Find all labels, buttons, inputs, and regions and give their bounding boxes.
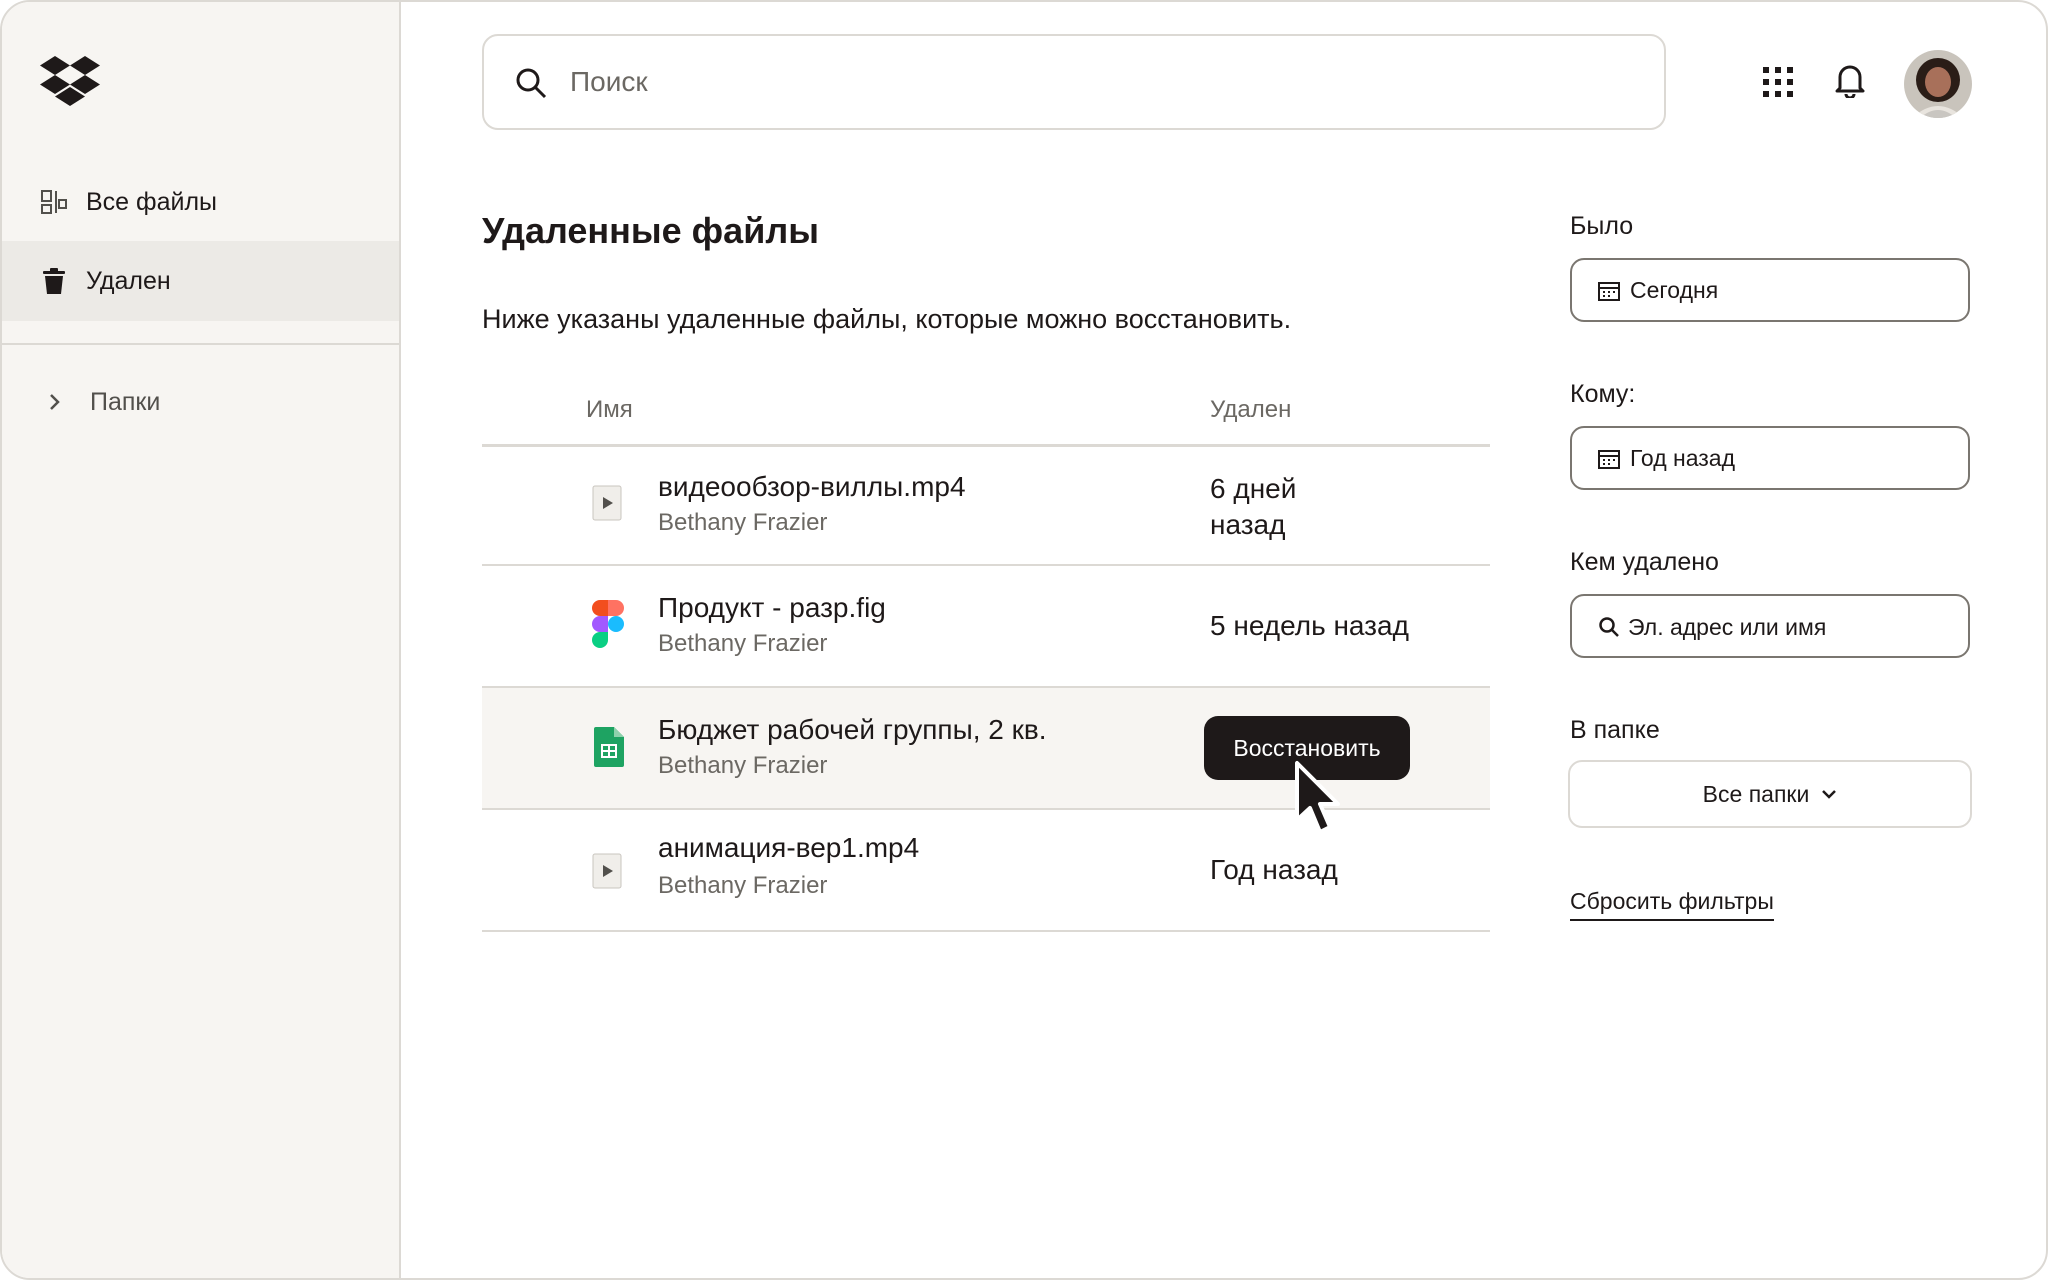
all-files-icon xyxy=(40,188,68,216)
column-header-name[interactable]: Имя xyxy=(586,396,633,424)
video-file-icon xyxy=(592,853,622,889)
file-owner: Bethany Frazier xyxy=(658,752,828,779)
apps-grid-icon[interactable] xyxy=(1758,62,1798,102)
spreadsheet-file-icon xyxy=(594,727,624,767)
column-header-deleted[interactable]: Удален xyxy=(1210,396,1291,424)
search-input[interactable] xyxy=(570,56,1630,108)
file-owner: Bethany Frazier xyxy=(658,509,828,536)
file-name[interactable]: анимация-вер1.mp4 xyxy=(658,832,919,864)
sidebar: Все файлы Удален Папки xyxy=(2,2,401,1278)
file-name[interactable]: Бюджет рабочей группы, 2 кв. xyxy=(658,714,1047,746)
deleted-by-field[interactable] xyxy=(1570,594,1970,658)
search-icon xyxy=(1599,617,1619,637)
filter-deleted-by-label: Кем удалено xyxy=(1570,548,1719,576)
table-row[interactable]: анимация-вер1.mp4 Bethany Frazier Год на… xyxy=(482,810,1490,932)
chevron-right-icon[interactable] xyxy=(40,388,68,416)
date-from-value: Сегодня xyxy=(1630,276,1719,303)
deleted-time-line1: 6 дней xyxy=(1210,473,1297,504)
date-from-field[interactable]: Сегодня xyxy=(1570,258,1970,322)
figma-file-icon xyxy=(592,600,624,648)
folder-select[interactable]: Все папки xyxy=(1568,760,1972,828)
file-name[interactable]: видеообзор-виллы.mp4 xyxy=(658,471,966,503)
calendar-icon xyxy=(1598,450,1620,469)
page-title: Удаленные файлы xyxy=(482,210,819,251)
date-to-value: Год назад xyxy=(1630,444,1736,471)
table-row[interactable]: Бюджет рабочей группы, 2 кв. Bethany Fra… xyxy=(482,688,1490,810)
table-row[interactable]: видеообзор-виллы.mp4 Bethany Frazier 6 д… xyxy=(482,447,1490,566)
sidebar-item-all-files[interactable]: Все файлы xyxy=(2,162,399,242)
video-file-icon xyxy=(592,485,622,521)
deleted-by-input[interactable] xyxy=(1628,608,1948,646)
file-name[interactable]: Продукт - разр.fig xyxy=(658,592,886,624)
folder-select-value: Все папки xyxy=(1702,780,1810,807)
sidebar-item-label: Удален xyxy=(86,266,171,295)
bell-icon[interactable] xyxy=(1830,60,1870,100)
date-to-field[interactable]: Год назад xyxy=(1570,426,1970,490)
filter-from-label: Было xyxy=(1570,212,1634,240)
dropbox-logo[interactable] xyxy=(40,56,100,106)
calendar-icon xyxy=(1598,282,1620,301)
table-row[interactable]: Продукт - разр.fig Bethany Frazier 5 нед… xyxy=(482,566,1490,688)
sidebar-item-label: Все файлы xyxy=(86,187,218,216)
search-bar[interactable] xyxy=(482,34,1666,130)
sidebar-item-deleted[interactable]: Удален xyxy=(2,241,399,321)
file-owner: Bethany Frazier xyxy=(658,872,828,899)
file-owner: Bethany Frazier xyxy=(658,630,828,657)
chevron-down-icon xyxy=(1822,790,1837,799)
reset-filters-link[interactable]: Сбросить фильтры xyxy=(1570,888,1774,921)
sidebar-item-folders[interactable]: Папки xyxy=(2,362,399,442)
avatar[interactable] xyxy=(1904,50,1972,118)
sidebar-item-label: Папки xyxy=(90,387,161,416)
page-description: Ниже указаны удаленные файлы, которые мо… xyxy=(482,304,1292,334)
filter-folder-label: В папке xyxy=(1570,716,1660,744)
app-window: Все файлы Удален Папки Поиск Удаленные ф… xyxy=(0,0,2048,1280)
deleted-time: 6 дней назад xyxy=(1210,471,1296,543)
sidebar-divider xyxy=(2,343,399,345)
deleted-time-line2: назад xyxy=(1210,509,1286,540)
deleted-time: 5 недель назад xyxy=(1210,610,1409,641)
search-icon xyxy=(516,68,547,99)
deleted-time: Год назад xyxy=(1210,854,1338,885)
filter-to-label: Кому: xyxy=(1570,380,1636,408)
trash-icon xyxy=(40,267,68,295)
restore-button[interactable]: Восстановить xyxy=(1204,716,1410,780)
